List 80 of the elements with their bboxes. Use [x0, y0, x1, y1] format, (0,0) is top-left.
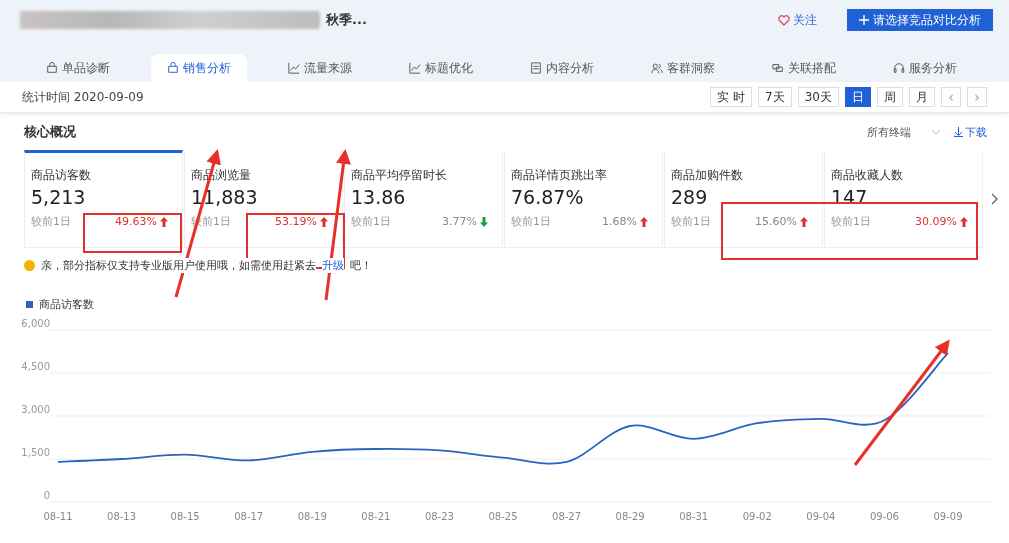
terminal-select[interactable]: 所有终端 — [867, 124, 911, 140]
metric-label: 商品详情页跳出率 — [511, 167, 608, 184]
metric-label: 商品加购件数 — [671, 167, 744, 184]
period-button[interactable]: 月 — [909, 87, 935, 107]
stats-time: 统计时间 2020-09-09 — [22, 88, 144, 106]
y-tick-label: 3,000 — [21, 404, 50, 415]
tab[interactable]: 销售分析 — [151, 54, 247, 82]
y-tick-label: 6,000 — [21, 318, 50, 329]
change-value: 3.77% — [442, 215, 477, 228]
change-value: 30.09% — [915, 215, 957, 228]
x-tick-label: 09-09 — [933, 511, 963, 522]
metric-label: 商品平均停留时长 — [351, 167, 448, 184]
x-tick-label: 08-27 — [552, 511, 582, 522]
document-icon — [530, 62, 542, 74]
change-value: 15.60% — [755, 215, 797, 228]
tab[interactable]: 客群洞察 — [635, 54, 731, 82]
heart-icon — [778, 14, 790, 26]
upgrade-link[interactable]: 升级 — [322, 258, 344, 273]
metric-value: 5,213 — [31, 186, 87, 208]
x-tick-label: 08-15 — [170, 511, 200, 522]
bag-icon — [46, 62, 58, 74]
plus-icon — [859, 15, 869, 25]
compare-label: 较前1日 — [351, 214, 391, 229]
metric-value: 76.87% — [511, 186, 585, 208]
metric-card[interactable]: 商品平均停留时长 13.86 较前1日 3.77% — [344, 150, 503, 248]
tab[interactable]: 服务分析 — [877, 54, 973, 82]
y-tick-label: 0 — [43, 490, 50, 501]
x-tick-label: 08-21 — [361, 511, 391, 522]
notice-text: 亲，部分指标仅支持专业版用户使用哦，如需使用赶紧去 — [41, 258, 316, 273]
metric-value: 13.86 — [351, 186, 407, 208]
x-tick-label: 08-23 — [424, 511, 454, 522]
compare-label: 较前1日 — [31, 214, 71, 229]
tab[interactable]: 关联搭配 — [756, 54, 852, 82]
x-tick-label: 08-29 — [615, 511, 645, 522]
headset-icon — [893, 62, 905, 74]
x-tick-label: 09-06 — [869, 511, 899, 522]
metric-card[interactable]: 商品访客数 5,213 较前1日 49.63% — [24, 150, 183, 248]
metric-label: 商品收藏人数 — [831, 167, 904, 184]
metric-card[interactable]: 商品加购件数 289 较前1日 15.60% — [664, 150, 823, 248]
x-tick-label: 09-02 — [742, 511, 772, 522]
change-value: 1.68% — [602, 215, 637, 228]
period-button[interactable]: 日 — [845, 87, 871, 107]
legend-label: 商品访客数 — [39, 297, 94, 312]
overlapping-squares-icon — [772, 62, 784, 74]
download-icon[interactable] — [954, 127, 963, 137]
compare-label: 较前1日 — [671, 214, 711, 229]
compare-button[interactable]: 请选择竞品对比分析 — [847, 9, 993, 31]
change-value: 53.19% — [275, 215, 317, 228]
y-tick-label: 4,500 — [21, 361, 50, 372]
info-dot-icon — [24, 260, 35, 271]
period-button[interactable]: 实 时 — [710, 87, 753, 107]
period-button[interactable]: 周 — [877, 87, 903, 107]
x-tick-label: 09-04 — [806, 511, 836, 522]
line-chart-icon — [288, 62, 300, 74]
metric-card[interactable]: 商品详情页跳出率 76.87% 较前1日 1.68% — [504, 150, 663, 248]
change-value: 49.63% — [115, 215, 157, 228]
period-button[interactable]: 7天 — [758, 87, 792, 107]
download-link[interactable]: 下载 — [965, 124, 987, 140]
section-title: 核心概况 — [24, 123, 76, 141]
x-tick-label: 08-25 — [488, 511, 518, 522]
compare-label: 较前1日 — [511, 214, 551, 229]
follow-button[interactable]: 关注 — [778, 11, 817, 29]
tab[interactable]: 标题优化 — [393, 54, 489, 82]
x-tick-label: 08-31 — [679, 511, 709, 522]
metric-value: 289 — [671, 186, 709, 208]
y-tick-label: 1,500 — [21, 447, 50, 458]
tab[interactable]: 流量来源 — [272, 54, 368, 82]
x-tick-label: 08-13 — [107, 511, 137, 522]
product-title: 秋季... — [326, 11, 367, 29]
bag-icon — [167, 62, 179, 74]
tab[interactable]: 内容分析 — [514, 54, 610, 82]
tab[interactable]: 单品诊断 — [30, 54, 126, 82]
period-button[interactable]: 30天 — [797, 87, 839, 107]
people-icon — [651, 62, 663, 74]
x-tick-label: 08-11 — [43, 511, 73, 522]
x-tick-label: 08-17 — [234, 511, 264, 522]
line-chart-icon — [409, 62, 421, 74]
x-tick-label: 08-19 — [297, 511, 327, 522]
metric-label: 商品访客数 — [31, 167, 92, 184]
compare-label: 较前1日 — [831, 214, 871, 229]
